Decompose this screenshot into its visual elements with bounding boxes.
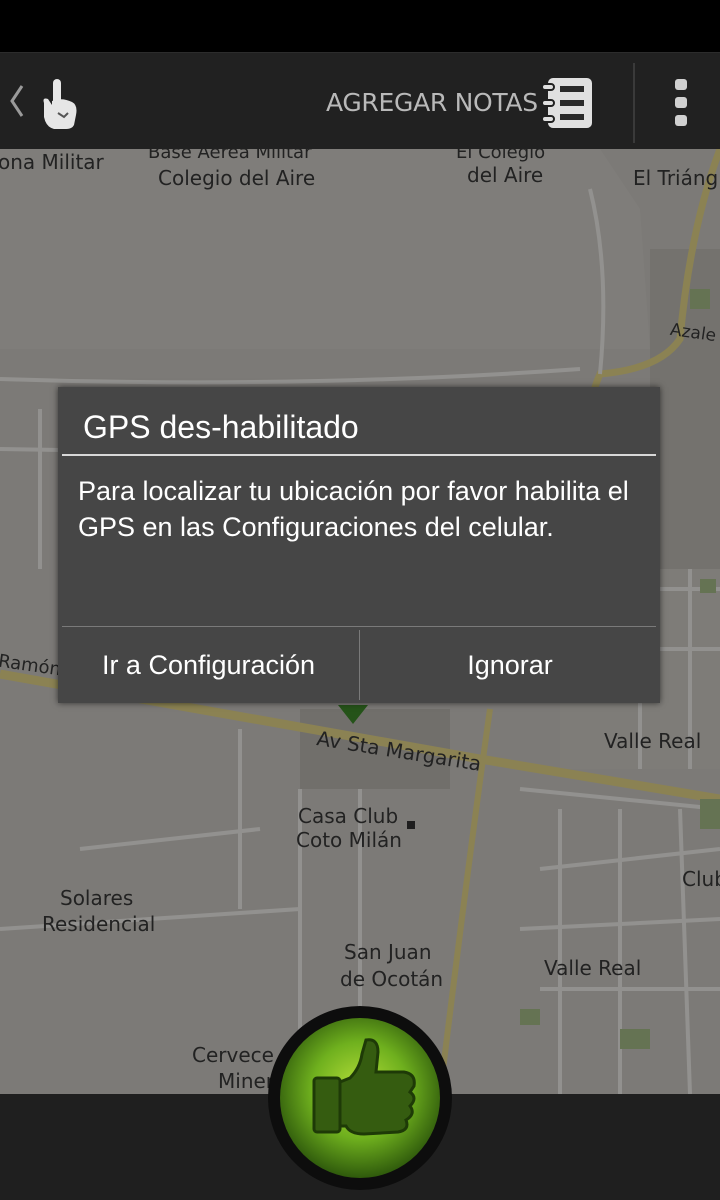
ignore-button[interactable]: Ignorar xyxy=(360,627,660,703)
chevron-left-icon[interactable] xyxy=(8,83,26,119)
dialog-title-divider xyxy=(62,454,656,456)
pointing-hand-icon[interactable] xyxy=(38,75,82,131)
action-bar-divider xyxy=(633,63,635,143)
notebook-list-icon[interactable] xyxy=(540,75,598,131)
dialog-title: GPS des-habilitado xyxy=(83,409,359,445)
action-bar: AGREGAR NOTAS xyxy=(0,52,720,149)
vertical-dots-icon[interactable] xyxy=(668,75,694,131)
status-bar xyxy=(0,0,720,52)
go-to-settings-button[interactable]: Ir a Configuración xyxy=(58,627,359,703)
dialog-message: Para localizar tu ubicación por favor ha… xyxy=(78,476,629,542)
gps-disabled-dialog: GPS des-habilitado Para localizar tu ubi… xyxy=(58,387,660,703)
add-notes-label[interactable]: AGREGAR NOTAS xyxy=(326,88,538,117)
thumbs-up-button[interactable] xyxy=(268,1006,452,1190)
